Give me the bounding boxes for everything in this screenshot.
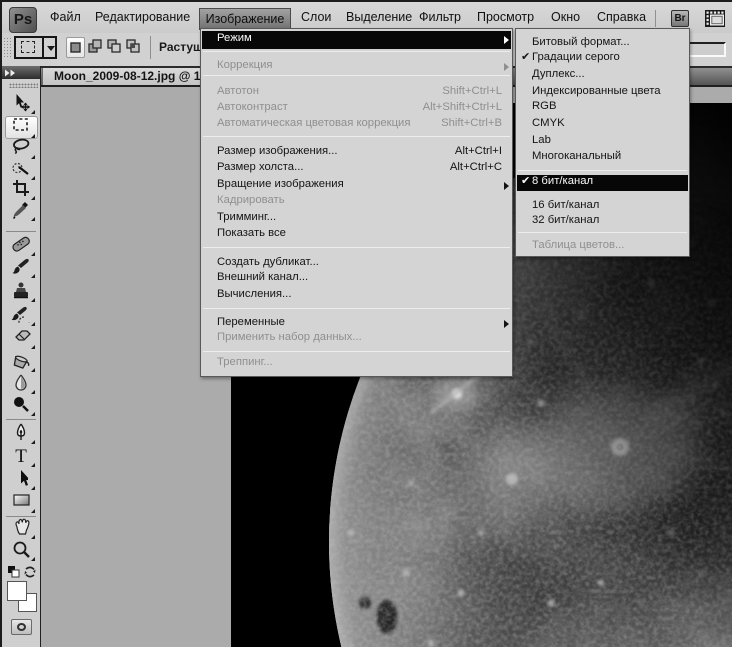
svg-text:T: T (15, 446, 27, 465)
